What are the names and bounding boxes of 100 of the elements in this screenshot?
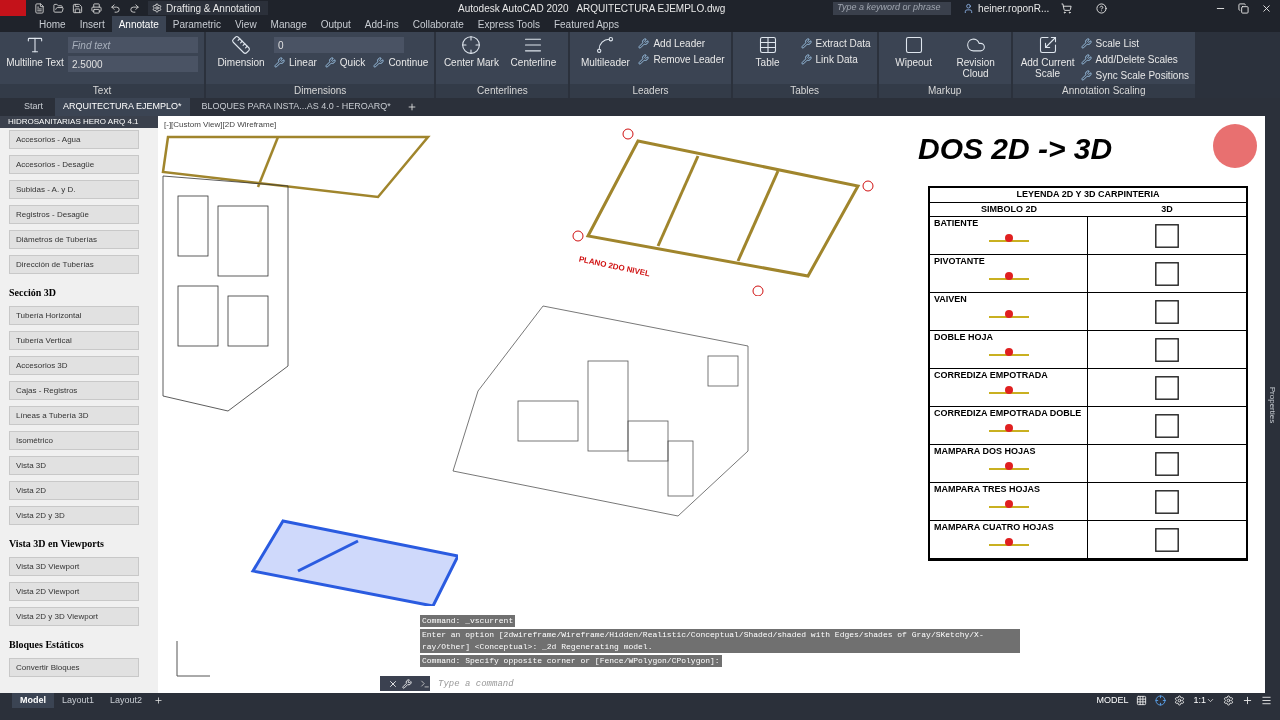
ribbon-input-field[interactable]: 2.5000 <box>68 56 198 72</box>
door-3d-icon <box>1153 297 1181 326</box>
palette-button[interactable]: Vista 2D y 3D Viewport <box>9 607 139 626</box>
caret-icon[interactable] <box>1206 696 1215 705</box>
palette-button[interactable]: Isométrico <box>9 431 139 450</box>
ribbon-small-button[interactable]: Add/Delete Scales <box>1080 53 1189 66</box>
menu-icon[interactable] <box>1261 695 1272 706</box>
ribbon-tab[interactable]: View <box>228 16 264 32</box>
ribbon-large-button[interactable]: Centerline <box>504 35 563 84</box>
plus-icon[interactable] <box>1242 695 1253 706</box>
layout-tab[interactable]: Layout2 <box>102 693 151 708</box>
ribbon-small-button[interactable]: Remove Leader <box>638 53 725 66</box>
file-tab[interactable]: BLOQUES PARA INSTA...AS 4.0 - HEROARQ* <box>193 98 399 116</box>
palette-button[interactable]: Cajas - Registros <box>9 381 139 400</box>
ribbon-large-button[interactable]: Add Current Scale <box>1018 35 1077 84</box>
annotation-scale-button[interactable]: 1:1 <box>1193 693 1206 708</box>
ribbon-small-button[interactable]: Add Leader <box>638 37 725 50</box>
palette-button[interactable]: Convertir Bloques <box>9 658 139 677</box>
folder-icon[interactable] <box>53 2 64 14</box>
ribbon-large-button[interactable]: Multileader <box>576 35 635 84</box>
ribbon-small-button[interactable]: Quick <box>324 56 366 69</box>
grid-icon[interactable] <box>1136 695 1148 706</box>
palette-button[interactable]: Vista 3D Viewport <box>9 557 139 576</box>
close-icon[interactable] <box>388 678 398 689</box>
ribbon-small-button[interactable]: Scale List <box>1080 37 1189 50</box>
ribbon-tab[interactable]: Featured Apps <box>546 16 626 32</box>
palette-button[interactable]: Accesorios - Desagüe <box>9 155 139 174</box>
ribbon-tab[interactable]: Parametric <box>165 16 229 32</box>
legend-row-label: MAMPARA CUATRO HOJAS <box>934 521 1054 534</box>
palette-button[interactable]: Registros - Desagüe <box>9 205 139 224</box>
printer-icon[interactable] <box>91 2 102 14</box>
undo-icon[interactable] <box>110 2 121 14</box>
window-title: Autodesk AutoCAD 2020 ARQUITECTURA EJEMPLO.dwg <box>458 1 726 16</box>
palette-button[interactable]: Líneas a Tubería 3D <box>9 406 139 425</box>
redo-icon[interactable] <box>129 2 140 14</box>
ribbon-small-button[interactable]: Link Data <box>800 53 871 66</box>
legend-row-label: CORREDIZA EMPOTRADA <box>934 369 1048 382</box>
door-3d-icon <box>1153 373 1181 402</box>
ribbon-tab[interactable]: Add-ins <box>357 16 406 32</box>
legend-row-label: MAMPARA TRES HOJAS <box>934 483 1040 496</box>
palette-button[interactable]: Vista 2D <box>9 481 139 500</box>
ribbon-input-field[interactable]: Find text <box>68 37 198 53</box>
layout-tab[interactable]: Layout1 <box>54 693 103 708</box>
ribbon-small-button[interactable]: Extract Data <box>800 37 871 50</box>
user-name[interactable]: heiner.roponR... <box>978 0 1050 16</box>
help-icon[interactable] <box>1096 2 1108 14</box>
palette-heading: Sección 3D <box>9 286 57 300</box>
new-file-icon[interactable] <box>34 2 45 14</box>
ribbon-tab[interactable]: Output <box>313 16 358 32</box>
legend-row-label: VAIVEN <box>934 293 967 306</box>
model-space-button[interactable]: MODEL <box>1092 693 1133 708</box>
ribbon-tab[interactable]: Manage <box>263 16 314 32</box>
ribbon-large-button[interactable]: Wipeout <box>884 35 943 84</box>
panel-title: Text <box>0 84 204 98</box>
workspace-dropdown[interactable]: Drafting & Annotation <box>148 1 268 15</box>
palette-button[interactable]: Vista 2D Viewport <box>9 582 139 601</box>
palette-button[interactable]: Tubería Vertical <box>9 331 139 350</box>
file-tab[interactable]: Start <box>16 98 51 116</box>
ribbon-tab[interactable]: Insert <box>72 16 112 32</box>
restore-icon[interactable] <box>1238 2 1249 14</box>
palette-button[interactable]: Vista 2D y 3D <box>9 506 139 525</box>
ribbon-small-button[interactable]: Continue <box>373 56 429 69</box>
ribbon-small-button[interactable]: Sync Scale Positions <box>1080 69 1189 82</box>
ribbon-small-button[interactable]: Linear <box>274 56 317 69</box>
palette-button[interactable]: Accesorios - Agua <box>9 130 139 149</box>
ribbon-large-button[interactable]: Dimension <box>212 35 270 84</box>
viewport-label[interactable]: [-][Custom View][2D Wireframe] <box>164 119 277 131</box>
close-icon[interactable] <box>1261 2 1272 14</box>
layout-tab[interactable]: Model <box>12 693 54 708</box>
ribbon-large-button[interactable]: Multiline Text <box>6 35 64 84</box>
palette-button[interactable]: Accesorios 3D <box>9 356 139 375</box>
panel-title: Dimensions <box>206 84 435 98</box>
ribbon-tab[interactable]: Express Tools <box>470 16 547 32</box>
ribbon-tab[interactable]: Home <box>32 16 73 32</box>
add-tab-icon[interactable] <box>406 102 417 112</box>
ribbon-large-button[interactable]: Center Mark <box>442 35 501 84</box>
ribbon-tab[interactable]: Collaborate <box>405 16 471 32</box>
save-icon[interactable] <box>72 2 83 14</box>
palette-button[interactable]: Subidas - A. y D. <box>9 180 139 199</box>
tool-icon <box>324 57 336 68</box>
ribbon-input-field[interactable]: 0 <box>274 37 404 53</box>
ribbon-large-button[interactable]: Table <box>738 35 797 84</box>
file-tab[interactable]: ARQUITECTURA EJEMPLO* <box>55 98 190 116</box>
cart-icon[interactable] <box>1061 2 1073 14</box>
side-strip-label[interactable]: Properties <box>1266 386 1279 423</box>
search-field[interactable]: Type a keyword or phrase <box>833 1 952 15</box>
command-input-field[interactable]: Type a command <box>430 676 1040 691</box>
square-icon <box>903 35 924 55</box>
tool-icon <box>373 57 385 68</box>
tool-icon <box>638 38 650 49</box>
legend-row-label: MAMPARA DOS HOJAS <box>934 445 1036 458</box>
palette-button[interactable]: Tubería Horizontal <box>9 306 139 325</box>
palette-button[interactable]: Vista 3D <box>9 456 139 475</box>
ribbon-tab[interactable]: Annotate <box>111 16 166 32</box>
add-layout-icon[interactable] <box>154 696 164 705</box>
palette-button[interactable]: Diámetros de Tuberías <box>9 230 139 249</box>
palette-button[interactable]: Dirección de Tuberías <box>9 255 139 274</box>
crosshair-icon[interactable] <box>1155 695 1167 706</box>
tool-icon <box>1080 38 1092 49</box>
ribbon-large-button[interactable]: Revision Cloud <box>946 35 1005 84</box>
